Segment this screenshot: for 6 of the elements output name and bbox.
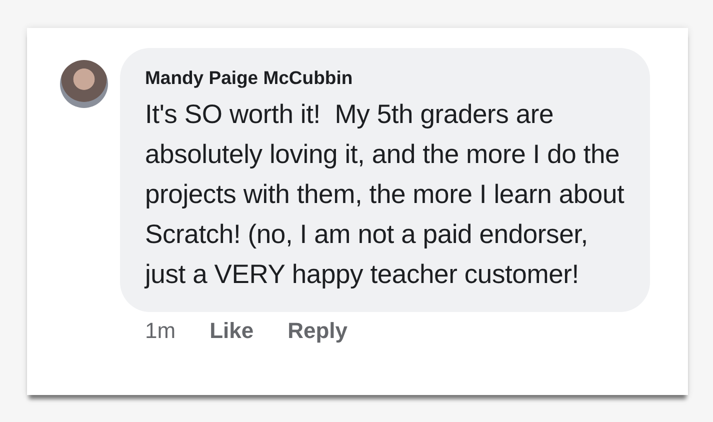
reply-link[interactable]: Reply: [288, 318, 348, 344]
like-link[interactable]: Like: [210, 318, 254, 344]
comment-text: It's SO worth it! My 5th graders are absolutely loving it, and the more I do the projects with them, the more I learn about Scratch! (no, I am not a paid endorser, just a VERY happy teacher customer!: [145, 98, 626, 291]
author-name[interactable]: Mandy Paige McCubbin: [145, 66, 630, 90]
avatar: [60, 60, 108, 108]
comment-time: 1m: [145, 318, 176, 344]
